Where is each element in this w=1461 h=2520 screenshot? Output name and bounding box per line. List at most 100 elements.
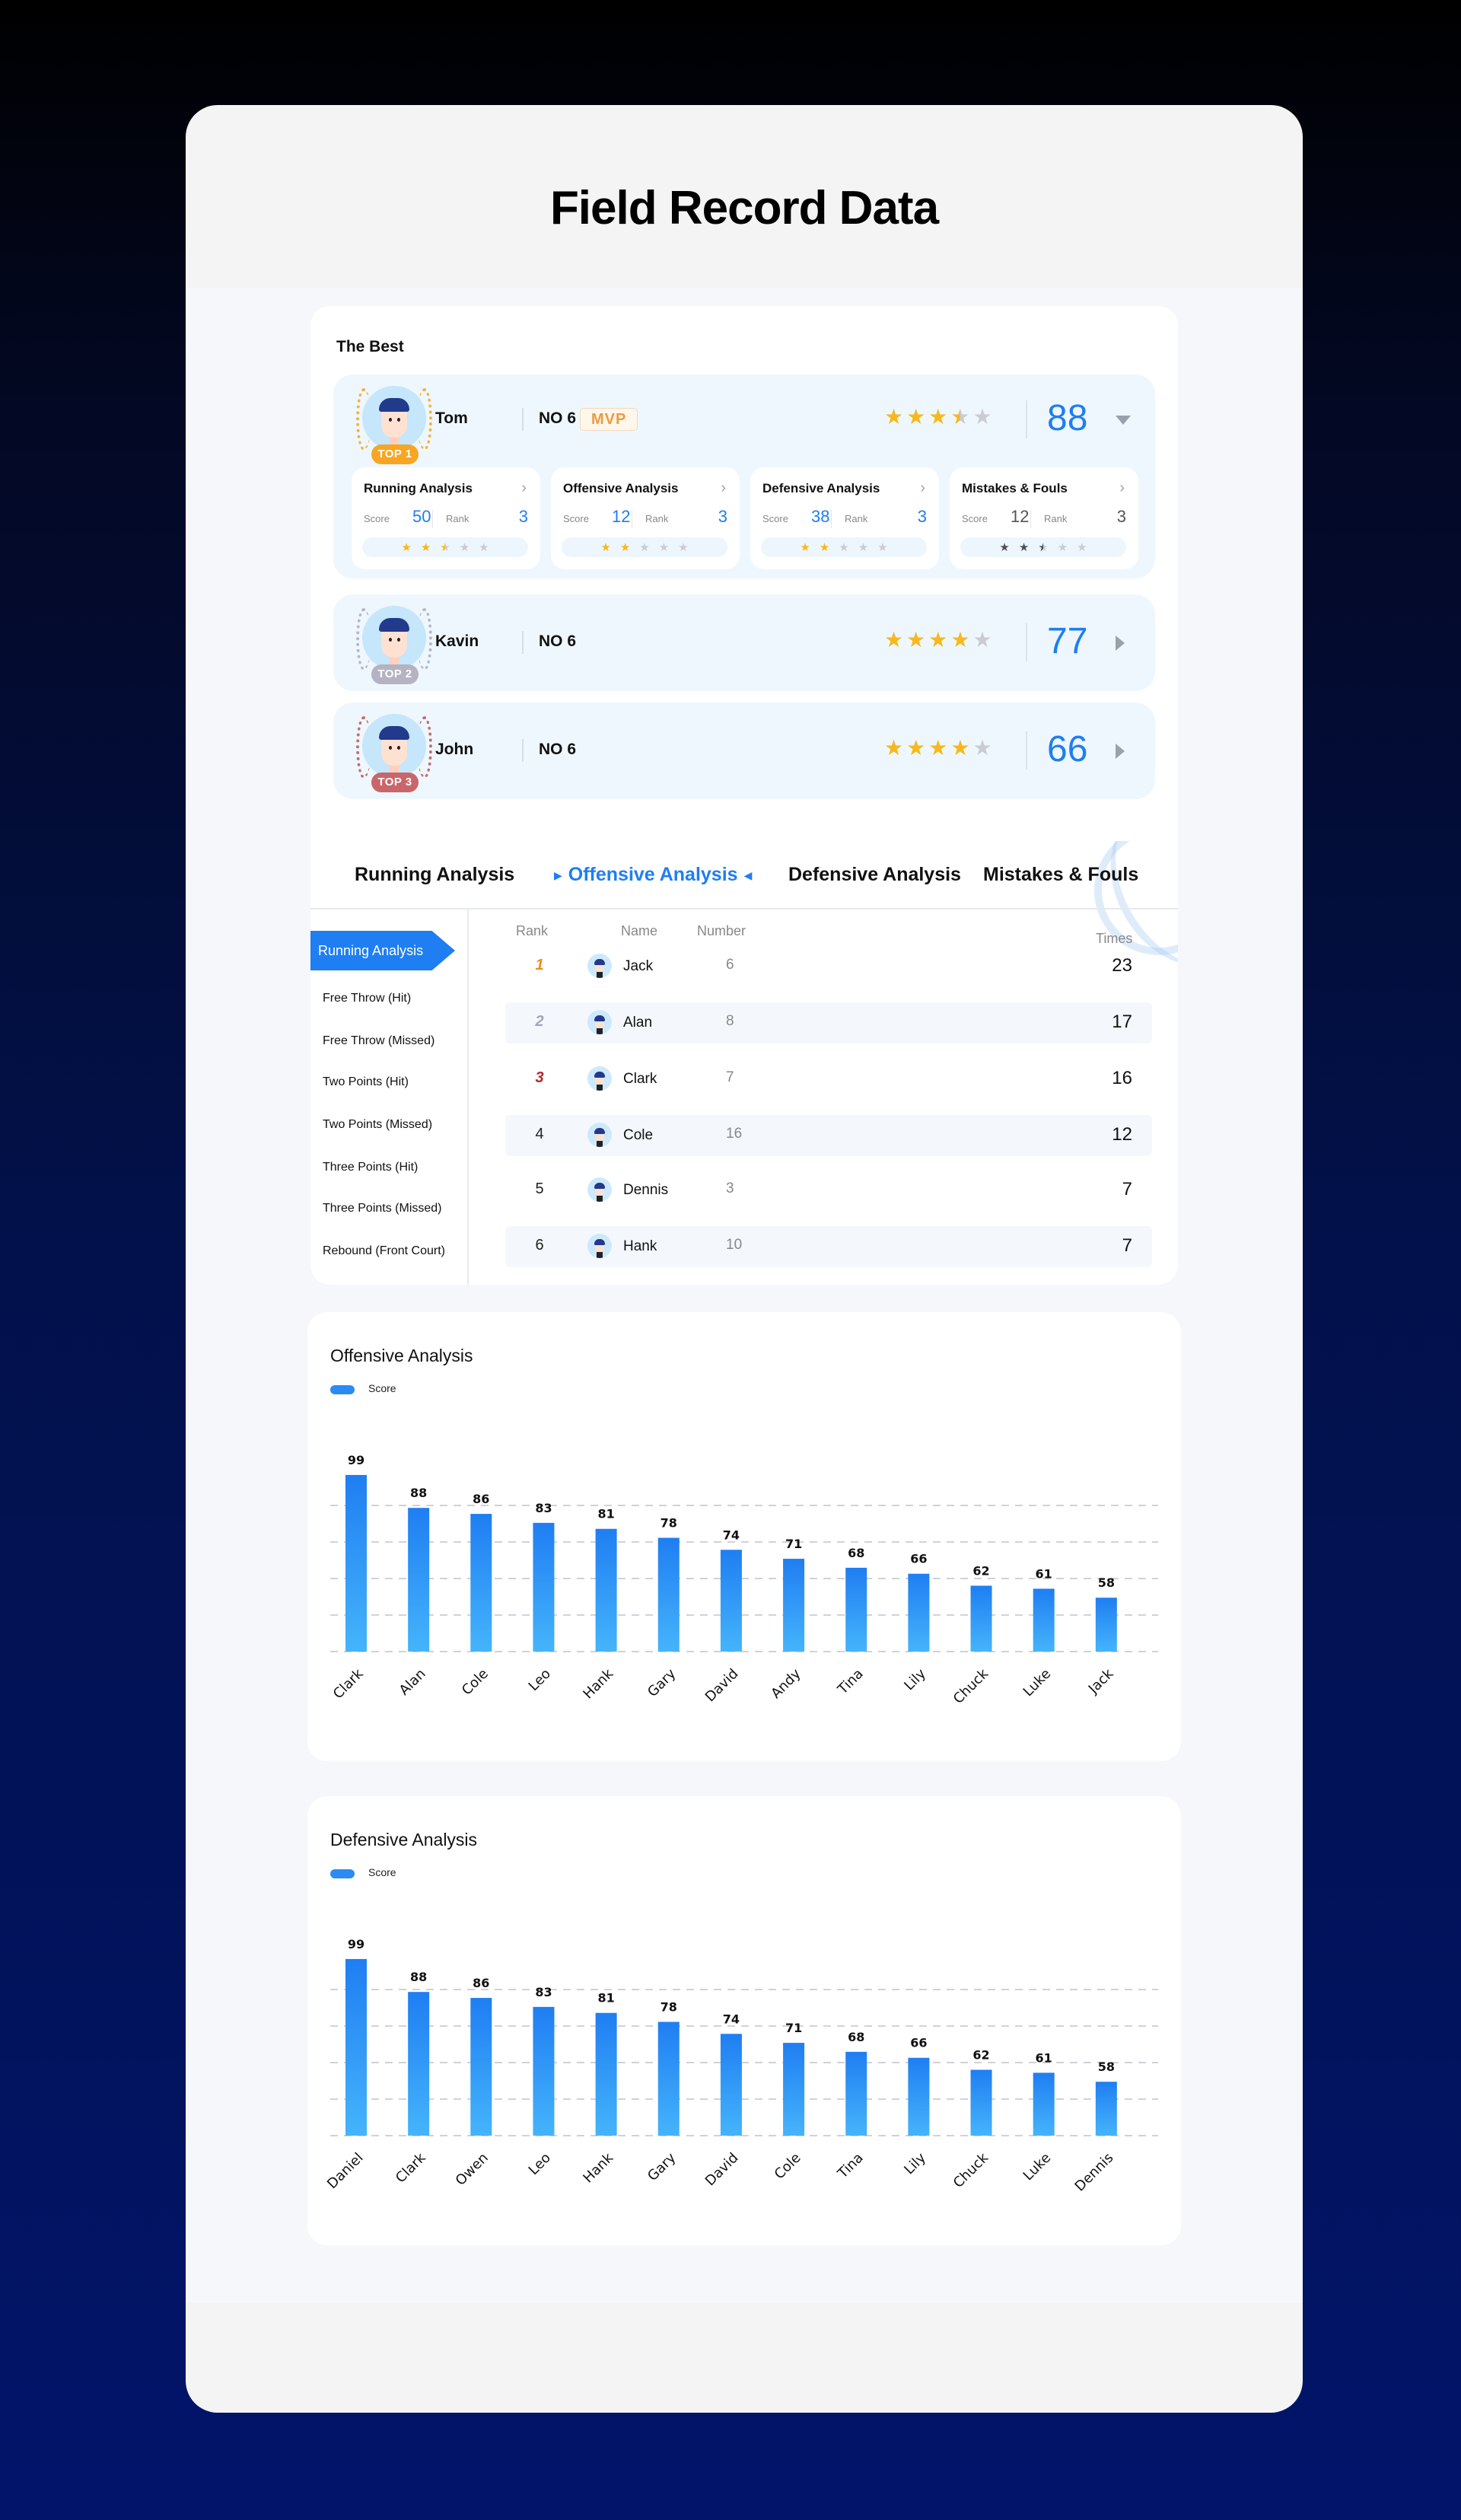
number-cell: 10 bbox=[726, 1237, 743, 1253]
chevron-right-icon[interactable] bbox=[1116, 636, 1125, 651]
table-row[interactable]: 4 Cole 16 12 bbox=[505, 1115, 1152, 1156]
sidebar-item-active[interactable]: Running Analysis bbox=[310, 931, 455, 970]
column-header-times: Times bbox=[1096, 931, 1133, 946]
table-row[interactable]: 1 Jack 6 23 bbox=[505, 946, 1152, 987]
bar-value-label: 61 bbox=[1036, 1566, 1052, 1581]
sidebar-item[interactable]: Rebound (Front Court) bbox=[323, 1244, 445, 1258]
bar[interactable] bbox=[345, 1958, 367, 2136]
tab-offensive-analysis[interactable]: ▶ Offensive Analysis ◀ bbox=[548, 864, 758, 886]
rank-cell: 5 bbox=[535, 1180, 544, 1197]
chevron-down-icon[interactable] bbox=[1116, 416, 1131, 425]
star-icon: ★ bbox=[884, 736, 904, 760]
x-tick-label: Hank bbox=[580, 2149, 616, 2186]
x-tick-label: Dennis bbox=[1072, 2150, 1117, 2195]
x-tick-label: Clark bbox=[393, 2149, 429, 2186]
player-avatar-icon bbox=[587, 1066, 612, 1091]
metric-card-offensive[interactable]: Offensive Analysis › Score 12 Rank 3 ★ ★ ★… bbox=[551, 467, 740, 569]
table-row[interactable]: 3 Clark 7 16 bbox=[505, 1059, 1152, 1100]
rank-badge: TOP 3 bbox=[371, 773, 419, 792]
bar[interactable] bbox=[533, 2006, 555, 2136]
x-tick-label: Gary bbox=[645, 2149, 680, 2184]
star-icon: ★ bbox=[950, 736, 970, 760]
metric-card-mistakes[interactable]: Mistakes & Fouls › Score 12 Rank 3 ★ ★ ★ ★ ★ bbox=[950, 467, 1138, 569]
bar[interactable] bbox=[470, 1998, 492, 2136]
star-icon: ★ bbox=[928, 736, 948, 760]
table-row[interactable]: 5 Dennis 3 7 bbox=[505, 1170, 1152, 1211]
times-cell: 23 bbox=[1112, 955, 1132, 976]
star-icon: ★ bbox=[906, 405, 926, 428]
bar[interactable] bbox=[657, 2021, 680, 2136]
star-icon: ★ bbox=[420, 540, 431, 554]
x-tick-label: Daniel bbox=[324, 2150, 366, 2192]
bar[interactable] bbox=[345, 1474, 367, 1652]
sidebar-item[interactable]: Free Throw (Hit) bbox=[323, 992, 411, 1005]
bar[interactable] bbox=[1033, 1588, 1055, 1652]
tab-defensive-analysis[interactable]: Defensive Analysis bbox=[788, 864, 961, 886]
bar[interactable] bbox=[970, 1585, 992, 1652]
player-row-top1[interactable]: TOP 1 Tom NO 6 MVP ★ ★ ★ ★ ★ 88 Running Anal… bbox=[333, 374, 1155, 578]
x-tick-label: Clark bbox=[330, 1665, 367, 1702]
bar[interactable] bbox=[1033, 2072, 1055, 2136]
star-icon: ★ bbox=[999, 540, 1010, 554]
bar[interactable] bbox=[533, 1522, 555, 1652]
bar[interactable] bbox=[845, 1567, 867, 1652]
best-players-card: The Best TOP 1 Tom NO 6 MVP ★ ★ ★ ★ ★ 88 Run… bbox=[310, 306, 1178, 913]
bar[interactable] bbox=[783, 1559, 805, 1652]
metric-score: 12 bbox=[1011, 507, 1030, 526]
table-row[interactable]: 2 Alan 8 17 bbox=[505, 1002, 1152, 1043]
bar-value-label: 99 bbox=[348, 1453, 364, 1467]
bar[interactable] bbox=[1095, 2082, 1117, 2136]
player-row-top3[interactable]: TOP 3 John NO 6 ★ ★ ★ ★ ★ 66 bbox=[333, 702, 1155, 799]
app-frame: Field Record Data The Best TOP 1 Tom NO … bbox=[186, 105, 1303, 2413]
bar[interactable] bbox=[470, 1514, 492, 1652]
metric-card-running[interactable]: Running Analysis › Score 50 Rank 3 ★ ★ ★ ★ ★ bbox=[352, 467, 540, 569]
bar-value-label: 61 bbox=[1036, 2050, 1052, 2065]
metric-card-defensive[interactable]: Defensive Analysis › Score 38 Rank 3 ★ ★ ★… bbox=[750, 467, 939, 569]
sidebar-item[interactable]: Two Points (Hit) bbox=[323, 1075, 409, 1089]
bar[interactable] bbox=[595, 2012, 617, 2136]
bar-value-label: 81 bbox=[597, 1507, 614, 1521]
player-avatar-icon bbox=[362, 714, 426, 778]
divider bbox=[522, 408, 524, 431]
bar[interactable] bbox=[657, 1537, 680, 1652]
player-number: NO 6 bbox=[539, 409, 577, 427]
chevron-right-icon[interactable] bbox=[1116, 744, 1125, 759]
bar[interactable] bbox=[908, 1573, 930, 1652]
avatar: TOP 1 bbox=[355, 382, 434, 464]
x-tick-label: David bbox=[702, 2150, 742, 2190]
analysis-tabs: Running Analysis ▶ Offensive Analysis ◀ De… bbox=[310, 841, 1178, 910]
tab-mistakes-fouls[interactable]: Mistakes & Fouls bbox=[983, 864, 1138, 886]
sidebar-item[interactable]: Three Points (Hit) bbox=[323, 1161, 418, 1174]
x-tick-label: Luke bbox=[1020, 2150, 1055, 2184]
bar[interactable] bbox=[970, 2069, 992, 2136]
bar[interactable] bbox=[720, 1550, 742, 1652]
sidebar-item[interactable]: Free Throw (Missed) bbox=[323, 1034, 434, 1048]
sidebar-item[interactable]: Three Points (Missed) bbox=[323, 1202, 442, 1215]
bar-value-label: 66 bbox=[910, 1552, 927, 1566]
metric-rank: 3 bbox=[1116, 507, 1126, 526]
bar[interactable] bbox=[595, 1528, 617, 1652]
star-icon: ★ bbox=[600, 540, 611, 554]
player-name: Tom bbox=[435, 409, 468, 427]
metric-rating-stars: ★ ★ ★ ★ ★ bbox=[761, 537, 927, 557]
bar[interactable] bbox=[720, 2034, 742, 2136]
bar-value-label: 99 bbox=[348, 1937, 364, 1951]
bar[interactable] bbox=[845, 2051, 867, 2136]
player-avatar-icon bbox=[362, 386, 426, 450]
player-row-top2[interactable]: TOP 2 Kavin NO 6 ★ ★ ★ ★ ★ 77 bbox=[333, 594, 1155, 691]
metric-rank: 3 bbox=[718, 507, 727, 526]
bar[interactable] bbox=[783, 2043, 805, 2136]
bar[interactable] bbox=[1095, 1598, 1117, 1652]
x-tick-label: Tina bbox=[834, 2150, 866, 2182]
times-cell: 7 bbox=[1122, 1179, 1132, 1199]
x-tick-label: Lily bbox=[901, 1665, 929, 1693]
divider bbox=[522, 631, 524, 654]
bar[interactable] bbox=[408, 1992, 430, 2136]
bar[interactable] bbox=[908, 2057, 930, 2136]
table-row[interactable]: 6 Hank 10 7 bbox=[505, 1226, 1152, 1267]
bar-value-label: 78 bbox=[660, 2000, 677, 2015]
bar[interactable] bbox=[408, 1508, 430, 1652]
tab-running-analysis[interactable]: Running Analysis bbox=[355, 864, 514, 886]
sidebar-item[interactable]: Two Points (Missed) bbox=[323, 1118, 432, 1132]
number-cell: 16 bbox=[726, 1126, 743, 1142]
